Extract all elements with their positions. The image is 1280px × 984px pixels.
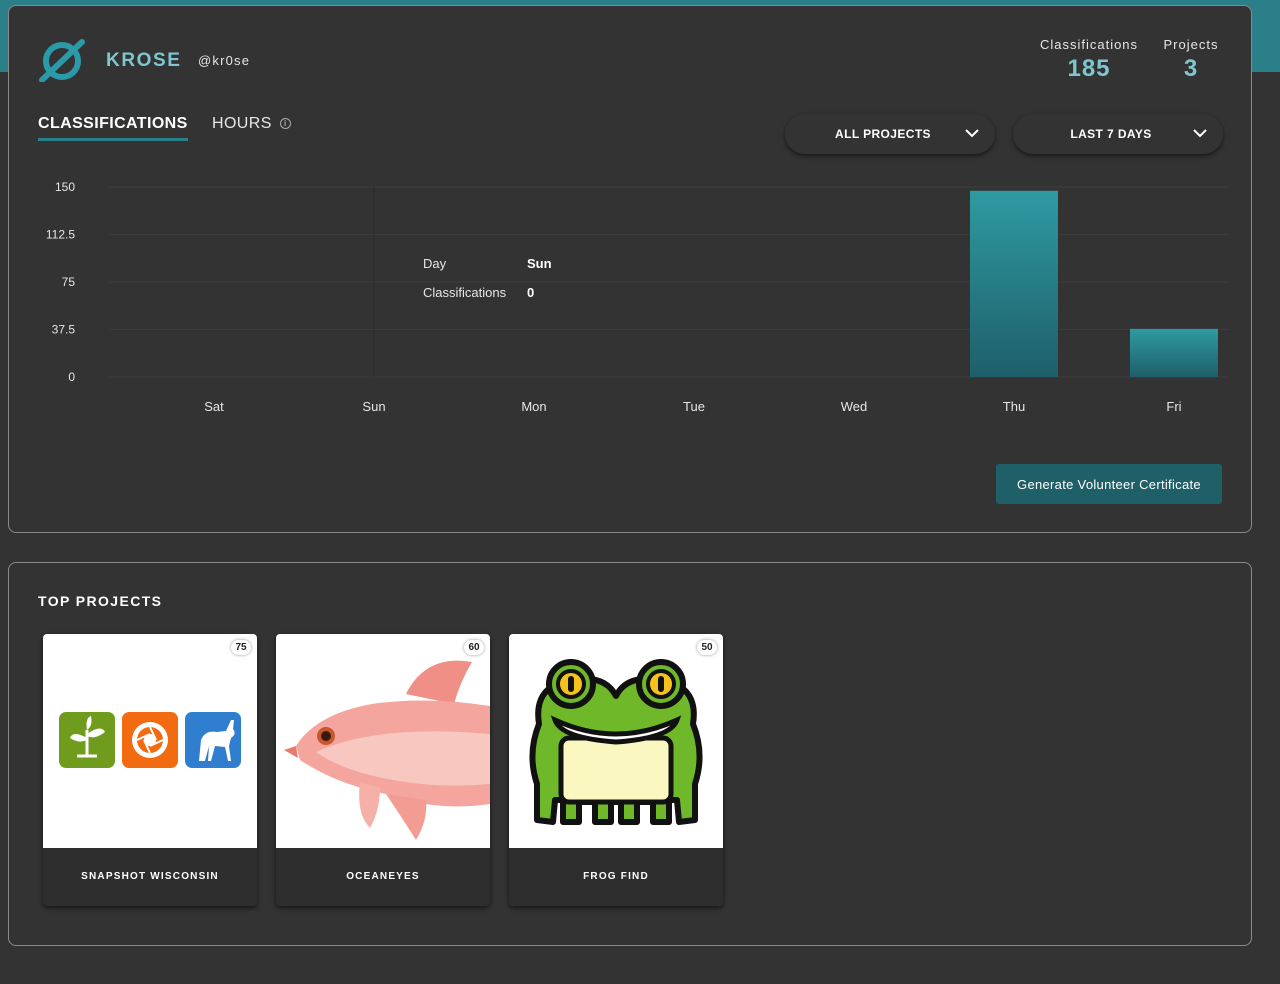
project-card-oceaneyes[interactable]: 60 OCEANEYES: [276, 634, 490, 906]
zooniverse-logo-icon: [39, 39, 85, 82]
x-tick-label: Sun: [362, 399, 385, 414]
x-tick-label: Sat: [204, 399, 224, 414]
user-handle: @kr0se: [198, 53, 251, 68]
project-name: SNAPSHOT WISCONSIN: [81, 871, 219, 882]
project-card-snapshot-wisconsin[interactable]: 75 SNAPSHOT WISCONSIN: [43, 634, 257, 906]
active-tab-indicator: [38, 138, 188, 141]
tab-classifications-label: CLASSIFICATIONS: [38, 115, 188, 132]
x-tick-label: Mon: [521, 399, 546, 414]
frog-logo-icon: [529, 659, 703, 825]
y-tick-label: 75: [62, 275, 76, 289]
date-range-dropdown[interactable]: LAST 7 DAYS: [1013, 114, 1223, 154]
chevron-down-icon: [1193, 129, 1207, 138]
y-tick-label: 112.5: [46, 228, 75, 242]
tooltip-day-label: Day: [423, 256, 447, 271]
project-count-badge: 75: [231, 640, 251, 655]
y-tick-label: 150: [55, 180, 75, 194]
tooltip-count-label: Classifications: [423, 285, 507, 300]
tab-classifications[interactable]: CLASSIFICATIONS: [38, 115, 188, 141]
stat-classifications: Classifications 185: [1029, 37, 1149, 83]
info-icon[interactable]: i: [279, 118, 291, 129]
username: KROSE: [106, 50, 182, 71]
project-name: OCEANEYES: [346, 871, 420, 882]
bar-fri: [1130, 328, 1218, 377]
project-count-badge: 60: [464, 640, 484, 655]
y-tick-label: 0: [68, 370, 75, 384]
tooltip-count-value: 0: [527, 285, 535, 300]
x-tick-label: Thu: [1003, 399, 1025, 414]
project-count-badge: 50: [697, 640, 717, 655]
chevron-down-icon: [965, 129, 979, 138]
x-tick-label: Wed: [841, 399, 868, 414]
generate-certificate-button[interactable]: Generate Volunteer Certificate: [996, 464, 1222, 504]
project-name: FROG FIND: [583, 871, 649, 882]
top-projects-panel: TOP PROJECTS 75 SNAPSHOT WISCONSIN 60 OC…: [8, 562, 1252, 946]
tooltip-day-value: Sun: [527, 256, 552, 271]
y-tick-label: 37.5: [52, 323, 76, 337]
stat-classifications-value: 185: [1067, 55, 1111, 82]
x-tick-label: Tue: [683, 399, 705, 414]
stat-classifications-label: Classifications: [1039, 37, 1139, 52]
snapshot-wisconsin-logo-icon: [59, 712, 241, 768]
project-card-frog-find[interactable]: 50 FROG FIND: [509, 634, 723, 906]
stat-projects-value: 3: [1183, 55, 1199, 82]
classifications-bar-chart: 150 112.5 75 37.5 0 Sat Sun Mon Tue Wed Thu Fri: [46, 180, 1229, 414]
projects-dropdown[interactable]: ALL PROJECTS: [785, 114, 995, 154]
project-image: [276, 634, 490, 848]
project-image: [509, 634, 723, 848]
x-tick-label: Fri: [1166, 399, 1181, 414]
projects-dropdown-label: ALL PROJECTS: [835, 127, 931, 141]
tab-hours[interactable]: HOURS i: [212, 115, 291, 133]
stat-projects: Projects 3: [1159, 37, 1223, 83]
project-image: [43, 634, 257, 848]
bar-thu: [970, 190, 1058, 377]
red-fish-image-icon: [284, 660, 490, 840]
stat-projects-label: Projects: [1163, 37, 1219, 52]
top-projects-title: TOP PROJECTS: [38, 593, 163, 609]
tab-hours-label: HOURS: [212, 115, 272, 132]
stats-panel: KROSE @kr0se Classifications 185 Project…: [8, 5, 1252, 533]
date-range-dropdown-label: LAST 7 DAYS: [1070, 127, 1152, 141]
